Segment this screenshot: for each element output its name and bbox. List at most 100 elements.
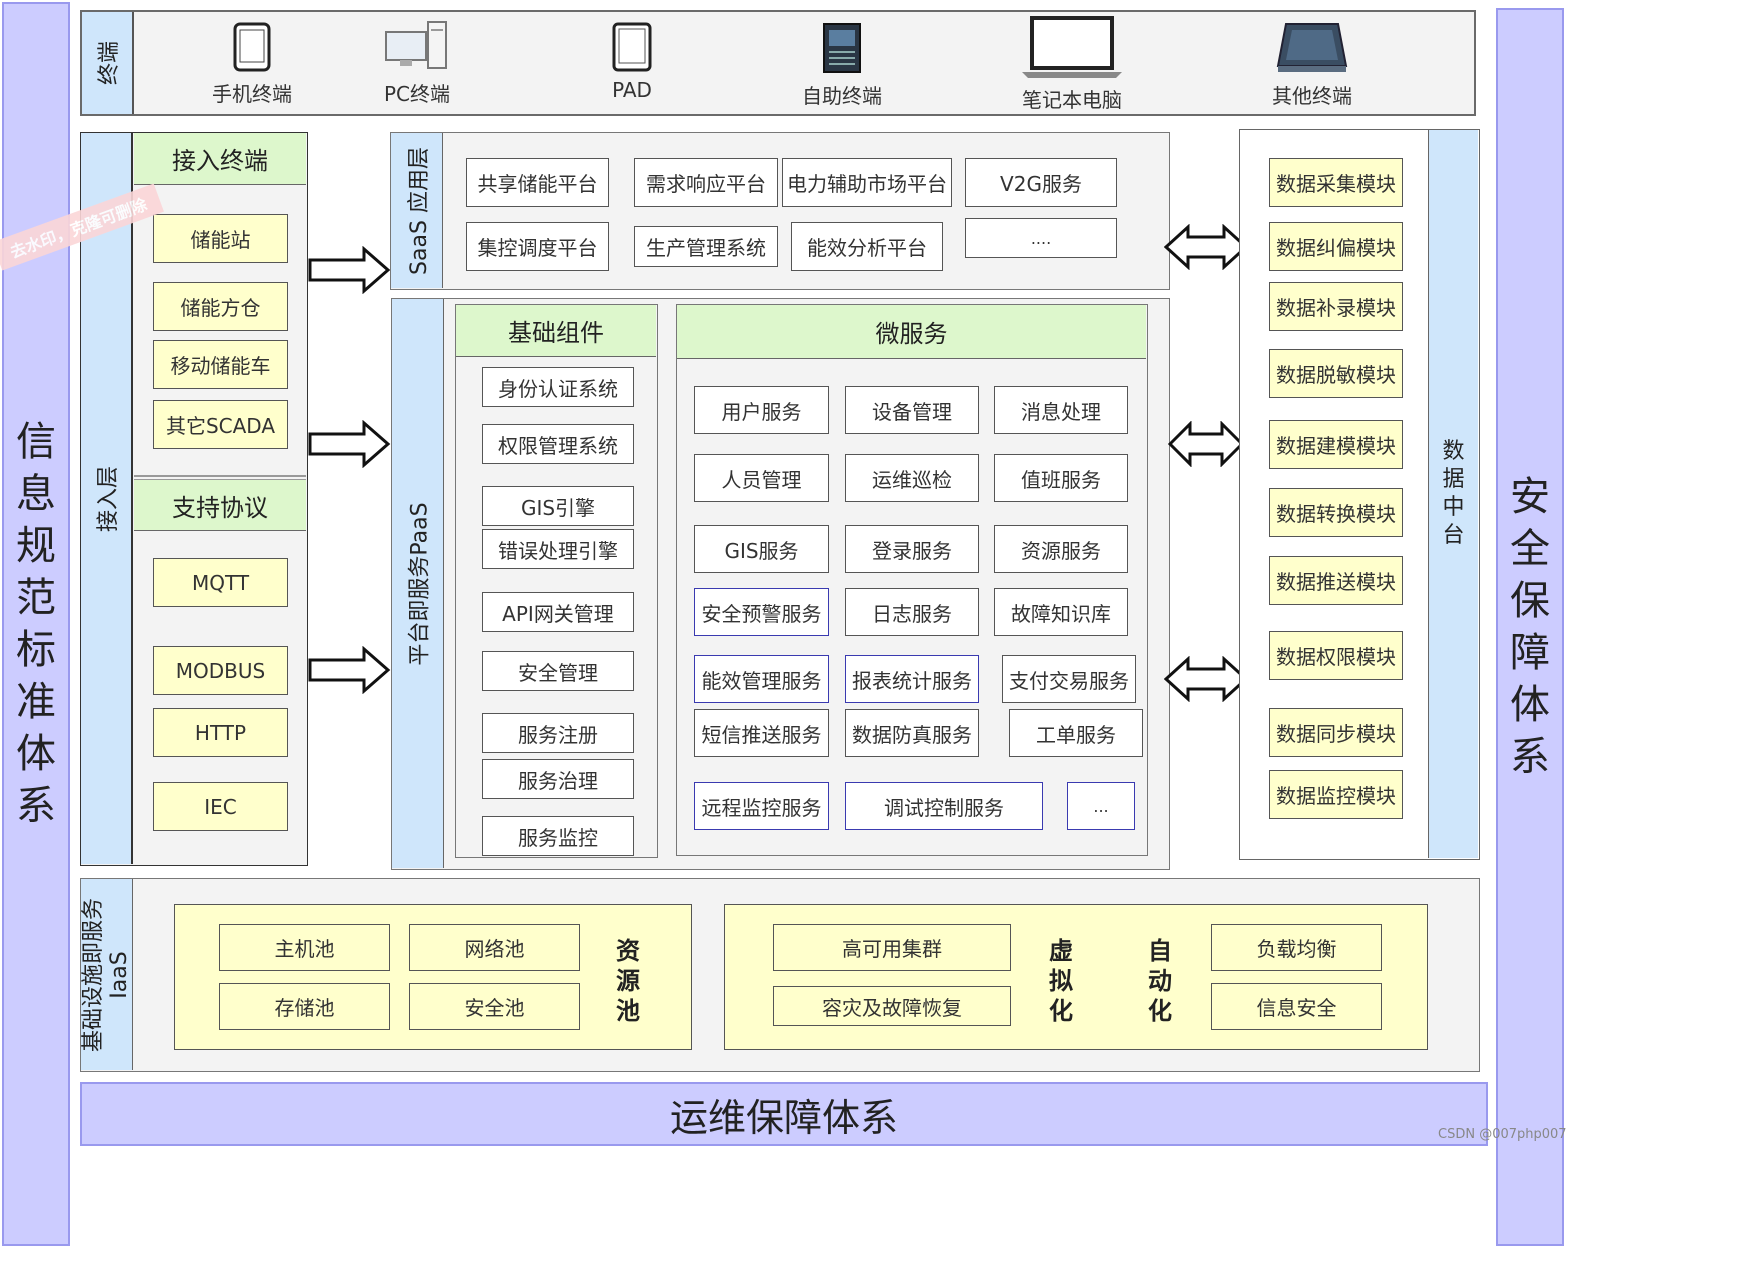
base-component: 服务注册 (482, 713, 634, 753)
base-component: 错误处理引擎 (482, 529, 634, 569)
security-char: 保 (1510, 578, 1550, 624)
info-standard-char: 体 (16, 731, 56, 777)
microservice: 远程监控服务 (694, 782, 829, 830)
microservice: GIS服务 (694, 525, 829, 573)
info-standard-char: 范 (16, 575, 56, 621)
microservice: 安全预警服务 (694, 588, 829, 636)
microservice: 用户服务 (694, 386, 829, 434)
double-arrow-icon (1168, 421, 1244, 467)
microservice: 故障知识库 (994, 588, 1128, 636)
security-char: 障 (1510, 630, 1550, 676)
saas-app: 电力辅助市场平台 (782, 158, 952, 207)
virtualization-char: 拟 (1049, 967, 1073, 995)
resource-pool-char: 源 (616, 967, 640, 995)
base-component: API网关管理 (482, 592, 634, 632)
automation-char: 自 (1148, 937, 1172, 965)
device-kiosk: 自助终端 (782, 22, 902, 109)
microservice: 工单服务 (1009, 709, 1143, 757)
protocol-item: MQTT (153, 558, 288, 607)
data-module: 数据转换模块 (1269, 488, 1403, 537)
data-module: 数据建模模块 (1269, 420, 1403, 469)
protocol-item: IEC (153, 782, 288, 831)
access-terminal-item: 其它SCADA (153, 400, 288, 449)
base-component: 身份认证系统 (482, 367, 634, 407)
microservice: 登录服务 (845, 525, 979, 573)
pc-icon (385, 21, 447, 69)
saas-app-more: .... (965, 218, 1117, 258)
arrow-right-icon (308, 420, 391, 468)
device-pad: PAD (582, 22, 682, 102)
scanner-icon (1276, 23, 1348, 72)
device-pc: PC终端 (357, 20, 477, 107)
device-phone: 手机终端 (192, 22, 312, 107)
resource-pool: 主机池 (219, 924, 390, 971)
device-other: 其他终端 (1252, 20, 1372, 109)
microservice: 数据防真服务 (845, 709, 979, 757)
access-terminal-item: 储能方仓 (153, 282, 288, 331)
protocol-item: MODBUS (153, 646, 288, 695)
base-component: GIS引擎 (482, 486, 634, 526)
resource-pool-char: 资 (616, 937, 640, 965)
access-terminal-item: 移动储能车 (153, 340, 288, 389)
phone-icon (233, 22, 271, 72)
info-standard-char: 息 (16, 471, 56, 517)
microservices-title: 微服务 (677, 305, 1146, 359)
base-component: 服务监控 (482, 816, 634, 856)
microservice: 值班服务 (994, 454, 1128, 502)
saas-app: 需求响应平台 (634, 158, 778, 207)
microservice: 报表统计服务 (845, 655, 979, 703)
data-center-char: 数 (1442, 439, 1465, 464)
microservice: 调试控制服务 (845, 782, 1043, 830)
saas-app: 能效分析平台 (791, 222, 943, 271)
microservice: 短信推送服务 (694, 709, 829, 757)
data-module: 数据补录模块 (1269, 282, 1403, 331)
info-standard-char: 标 (16, 627, 56, 673)
saas-app: V2G服务 (965, 158, 1117, 207)
virtualization-char: 化 (1049, 997, 1073, 1025)
saas-app: 集控调度平台 (466, 222, 609, 271)
data-module: 数据监控模块 (1269, 770, 1403, 819)
terminal-layer-label: 终端 (82, 12, 134, 114)
security-band: 安全保障体系 (1496, 8, 1564, 1246)
data-module: 数据纠偏模块 (1269, 222, 1403, 271)
automation-item: 信息安全 (1211, 983, 1382, 1030)
data-module: 数据权限模块 (1269, 631, 1403, 680)
arrow-right-icon (308, 246, 391, 294)
microservice-more: ... (1067, 782, 1135, 830)
automation-title: 自动化 (1144, 936, 1176, 1026)
security-char: 系 (1510, 734, 1550, 780)
arrow-right-icon (308, 646, 391, 694)
microservice: 消息处理 (994, 386, 1128, 434)
data-module: 数据推送模块 (1269, 556, 1403, 605)
resource-pool: 网络池 (409, 924, 580, 971)
terminal-layer: 终端 手机终端 PC终端 PAD 自助终端 笔记本电脑 其他终端 (80, 10, 1476, 116)
automation-item: 负载均衡 (1211, 924, 1382, 971)
security-label: 安全保障体系 (1510, 471, 1550, 783)
data-module: 数据采集模块 (1269, 158, 1403, 207)
data-center-char: 据 (1442, 467, 1465, 492)
automation-char: 化 (1148, 997, 1172, 1025)
microservice: 日志服务 (845, 588, 979, 636)
info-standard-char: 系 (16, 783, 56, 829)
access-layer-label: 接入层 (81, 133, 133, 864)
virtualization-item: 容灾及故障恢复 (773, 986, 1011, 1026)
protocol-item: HTTP (153, 708, 288, 757)
resource-pool: 安全池 (409, 983, 580, 1030)
data-center-char: 台 (1442, 523, 1465, 548)
resource-pool-title: 资源池 (612, 936, 644, 1026)
virtualization-item: 高可用集群 (773, 924, 1011, 971)
info-standard-char: 信 (16, 419, 56, 465)
microservice: 支付交易服务 (1002, 655, 1136, 703)
base-components-title: 基础组件 (456, 305, 656, 357)
access-protocols-title: 支持协议 (134, 479, 306, 531)
security-char: 全 (1510, 526, 1550, 572)
resource-pool-char: 池 (616, 997, 640, 1025)
security-char: 安 (1510, 474, 1550, 520)
microservice: 运维巡检 (845, 454, 979, 502)
data-center-char: 中 (1442, 495, 1465, 520)
double-arrow-icon (1164, 656, 1248, 702)
info-standard-char: 准 (16, 679, 56, 725)
microservice: 设备管理 (845, 386, 979, 434)
kiosk-icon (823, 23, 861, 73)
access-terminal-item: 储能站 (153, 214, 288, 263)
